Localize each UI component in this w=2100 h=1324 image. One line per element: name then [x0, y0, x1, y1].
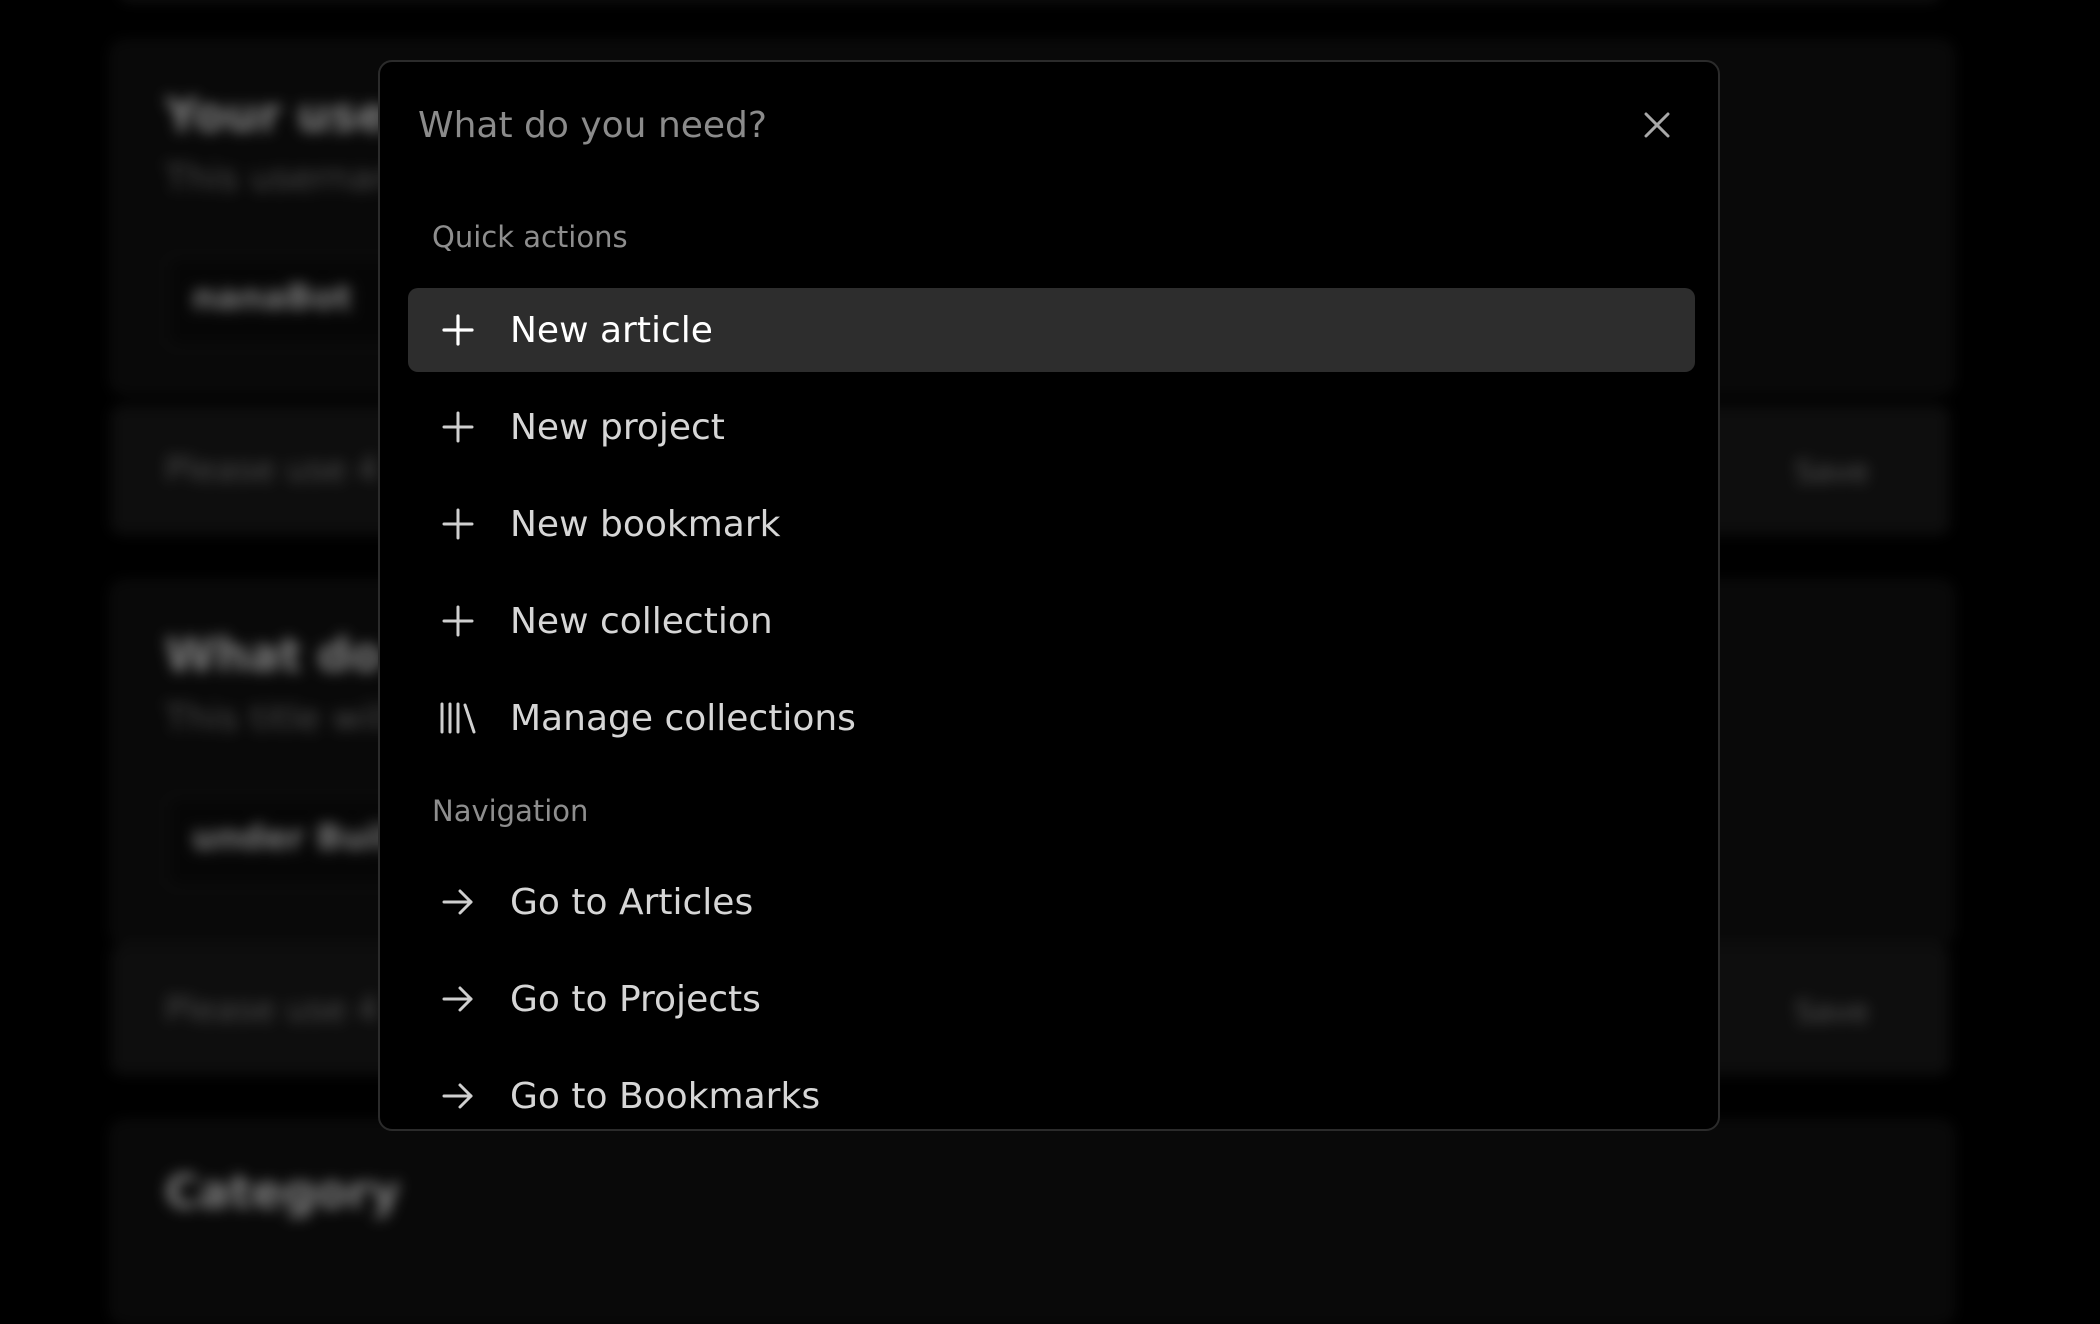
background-save-button: Save: [1795, 455, 1869, 490]
command-item-label: Manage collections: [510, 697, 856, 739]
arrow-right-icon: [438, 882, 478, 922]
arrow-right-icon: [438, 1076, 478, 1116]
command-item-label: New project: [510, 406, 725, 448]
command-item-label: Go to Bookmarks: [510, 1075, 821, 1117]
background-card-category: [110, 1120, 1954, 1324]
command-palette-dialog: Quick actions New article New project Ne…: [378, 60, 1720, 1131]
background-card-subtext: This title will: [165, 698, 392, 739]
command-item-new-bookmark[interactable]: New bookmark: [408, 482, 1695, 566]
background-footer-text: Please use 4: [165, 450, 379, 490]
arrow-right-icon: [438, 979, 478, 1019]
command-search-input[interactable]: [418, 92, 1578, 158]
plus-icon: [438, 504, 478, 544]
background-save-button: Save: [1795, 995, 1869, 1030]
plus-icon: [438, 601, 478, 641]
command-item-label: Go to Articles: [510, 881, 754, 923]
command-item-new-collection[interactable]: New collection: [408, 579, 1695, 663]
command-item-go-to-articles[interactable]: Go to Articles: [408, 860, 1695, 944]
command-item-label: New bookmark: [510, 503, 781, 545]
command-item-new-project[interactable]: New project: [408, 385, 1695, 469]
background-input-value: nanaBot: [192, 278, 352, 318]
close-button[interactable]: [1634, 102, 1680, 148]
plus-icon: [438, 310, 478, 350]
section-label-navigation: Navigation: [432, 794, 589, 828]
command-search-row: [380, 62, 1718, 192]
command-item-go-to-bookmarks[interactable]: Go to Bookmarks: [408, 1054, 1695, 1129]
background-top-bar: [120, 0, 1940, 2]
section-label-quick-actions: Quick actions: [432, 220, 628, 254]
command-item-manage-collections[interactable]: Manage collections: [408, 676, 1695, 760]
command-item-label: New collection: [510, 600, 773, 642]
command-item-new-article[interactable]: New article: [408, 288, 1695, 372]
background-card-heading: Category: [165, 1165, 401, 1219]
background-footer-text: Please use 4: [165, 990, 379, 1030]
command-item-label: New article: [510, 309, 713, 351]
command-item-go-to-projects[interactable]: Go to Projects: [408, 957, 1695, 1041]
close-icon: [1644, 112, 1670, 138]
library-icon: [438, 698, 478, 738]
command-item-label: Go to Projects: [510, 978, 761, 1020]
plus-icon: [438, 407, 478, 447]
